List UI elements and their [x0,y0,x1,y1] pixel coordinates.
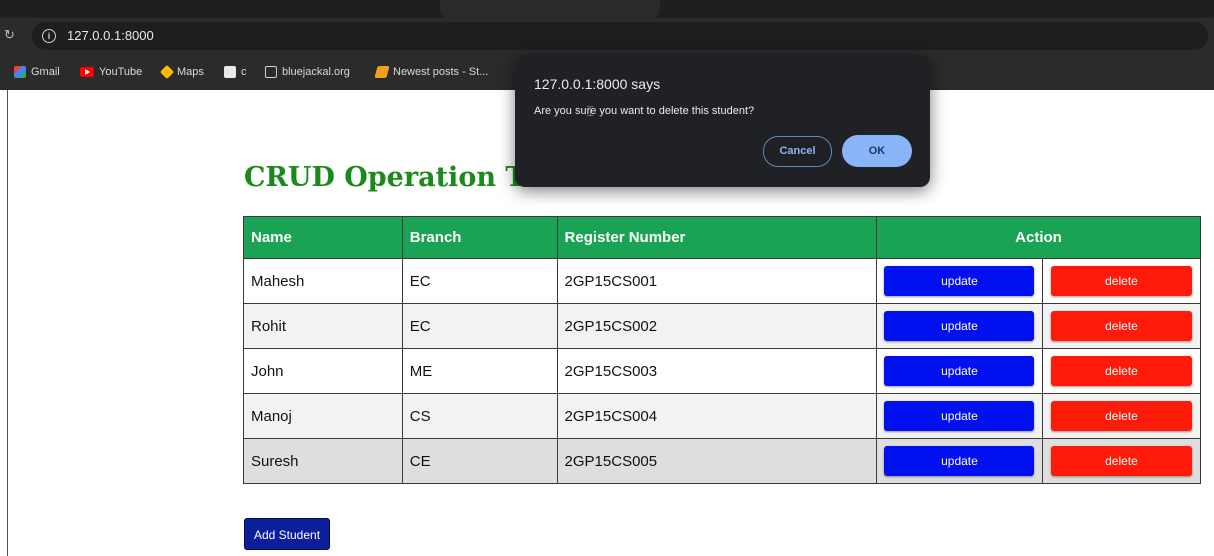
bookmark-youtube[interactable]: YouTube [80,64,142,80]
cell-update: update [875,438,1043,484]
cell-name: Suresh [243,438,403,484]
add-student-button[interactable]: Add Student [244,518,330,550]
cell-update: update [875,348,1043,394]
bookmark-label: bluejackal.org [282,66,350,78]
bookmark-maps[interactable]: Maps [159,64,204,80]
cell-update: update [875,393,1043,439]
ok-button[interactable]: OK [842,135,912,167]
globe-icon [265,66,277,78]
cell-register-number: 2GP15CS001 [556,258,877,304]
cell-name: Rohit [243,303,403,349]
cell-register-number: 2GP15CS002 [556,303,877,349]
dialog-title: 127.0.0.1:8000 says [534,76,661,92]
cell-delete: delete [1041,258,1202,304]
gmail-icon [14,66,26,78]
delete-button[interactable]: delete [1050,401,1192,431]
window-top-strip [0,0,1214,18]
cell-update: update [875,258,1043,304]
site-info-icon[interactable]: i [42,29,56,43]
bookmark-label: YouTube [99,66,143,78]
bookmark-bluejackal[interactable]: bluejackal.org [265,64,350,80]
cell-name: Manoj [243,393,403,439]
header-branch: Branch [401,216,558,259]
table-row: Manoj CS 2GP15CS004 update delete [243,393,1202,439]
update-button[interactable]: update [884,311,1035,341]
cell-branch: EC [401,303,558,349]
tab-strip [440,0,660,18]
students-table: Name Branch Register Number Action Mahes… [243,216,1202,484]
cancel-button[interactable]: Cancel [763,136,832,167]
update-button[interactable]: update [884,356,1035,386]
bookmark-label: Gmail [31,66,60,78]
confirm-dialog: 127.0.0.1:8000 says Are you sure you wan… [515,55,930,187]
table-header-row: Name Branch Register Number Action [243,216,1202,259]
cube-icon [224,66,236,78]
cell-delete: delete [1041,303,1202,349]
table-row: Suresh CE 2GP15CS005 update delete [243,438,1202,484]
bookmark-label: c [241,66,247,78]
header-register-number: Register Number [556,216,877,259]
cell-update: update [875,303,1043,349]
stackoverflow-icon [374,66,390,78]
reload-icon[interactable]: ↻ [4,27,15,43]
browser-toolbar: ↻ i 127.0.0.1:8000 [0,18,1214,54]
bookmark-label: Newest posts - St... [393,66,489,78]
cell-branch: EC [401,258,558,304]
table-row: John ME 2GP15CS003 update delete [243,348,1202,394]
delete-button[interactable]: delete [1050,446,1192,476]
address-bar[interactable]: i 127.0.0.1:8000 [32,22,1208,50]
delete-button[interactable]: delete [1050,266,1192,296]
youtube-icon [80,67,94,77]
header-action: Action [875,216,1202,259]
page-left-edge [7,90,8,556]
cell-delete: delete [1041,393,1202,439]
cell-register-number: 2GP15CS003 [556,348,877,394]
cell-branch: CE [401,438,558,484]
bookmark-label: Maps [177,66,204,78]
cell-name: John [243,348,403,394]
bookmark-gmail[interactable]: Gmail [14,64,60,80]
header-name: Name [243,216,403,259]
cell-delete: delete [1041,438,1202,484]
cell-name: Mahesh [243,258,403,304]
text-cursor-icon: ⌶ [586,103,595,119]
bookmark-newest-posts[interactable]: Newest posts - St... [374,64,489,80]
delete-button[interactable]: delete [1050,311,1192,341]
maps-icon [159,64,175,80]
cell-register-number: 2GP15CS004 [556,393,877,439]
dialog-message: Are you sure you want to delete this stu… [534,105,755,117]
cell-register-number: 2GP15CS005 [556,438,877,484]
address-url[interactable]: 127.0.0.1:8000 [67,28,154,43]
cell-branch: CS [401,393,558,439]
update-button[interactable]: update [884,446,1035,476]
bookmark-c[interactable]: c [224,64,247,80]
update-button[interactable]: update [884,266,1035,296]
cell-branch: ME [401,348,558,394]
table-row: Mahesh EC 2GP15CS001 update delete [243,258,1202,304]
delete-button[interactable]: delete [1050,356,1192,386]
update-button[interactable]: update [884,401,1035,431]
cell-delete: delete [1041,348,1202,394]
table-row: Rohit EC 2GP15CS002 update delete [243,303,1202,349]
